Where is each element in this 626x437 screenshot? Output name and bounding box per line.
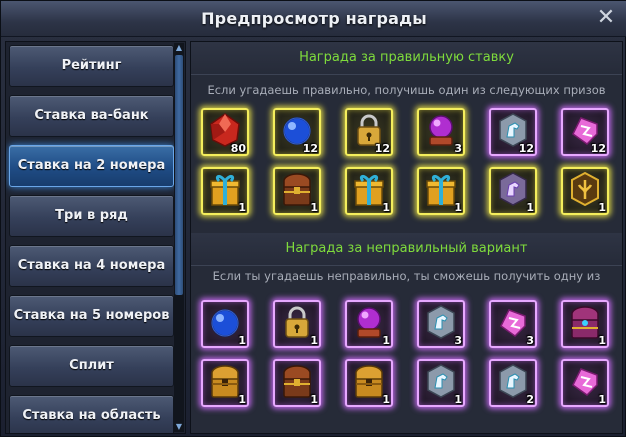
bet-type-sidebar: Рейтинг Ставка ва-банк Ставка на 2 номера Т… bbox=[5, 41, 186, 434]
item-quantity: 12 bbox=[302, 142, 318, 155]
reward-item[interactable]: 12 bbox=[489, 108, 537, 156]
item-quantity: 12 bbox=[374, 142, 390, 155]
reward-item[interactable]: 3 bbox=[417, 300, 465, 348]
reward-item[interactable]: 1 bbox=[561, 300, 609, 348]
tab-bet-type[interactable]: Ставка на область bbox=[9, 395, 174, 433]
item-quantity: 1 bbox=[238, 201, 246, 214]
window-title: Предпросмотр награды bbox=[201, 9, 427, 28]
tab-bet-type[interactable]: Ставка на 4 номера bbox=[9, 245, 174, 287]
tab-bet-type[interactable]: Ставка на 5 номеров bbox=[9, 295, 174, 337]
reward-item[interactable]: 3 bbox=[417, 108, 465, 156]
item-quantity: 80 bbox=[230, 142, 246, 155]
tab-bet-type[interactable]: Ставка ва-банк bbox=[9, 95, 174, 137]
reward-item[interactable]: 1 bbox=[417, 359, 465, 407]
reward-item[interactable]: 1 bbox=[561, 359, 609, 407]
item-quantity: 1 bbox=[526, 201, 534, 214]
reward-item[interactable]: 12 bbox=[561, 108, 609, 156]
item-quantity: 3 bbox=[454, 334, 462, 347]
item-quantity: 1 bbox=[598, 334, 606, 347]
close-icon[interactable]: ✕ bbox=[593, 5, 619, 31]
item-quantity: 1 bbox=[382, 201, 390, 214]
tab-bet-type[interactable]: Сплит bbox=[9, 345, 174, 387]
incorrect-section-description: Если ты угадаешь неправильно, ты сможешь… bbox=[212, 269, 601, 283]
reward-item[interactable]: 12 bbox=[273, 108, 321, 156]
reward-item[interactable]: 2 bbox=[489, 359, 537, 407]
item-quantity: 1 bbox=[310, 393, 318, 406]
item-quantity: 3 bbox=[454, 142, 462, 155]
item-quantity: 1 bbox=[598, 201, 606, 214]
divider bbox=[191, 74, 622, 75]
item-quantity: 12 bbox=[590, 142, 606, 155]
reward-item[interactable]: 1 bbox=[417, 167, 465, 215]
reward-item[interactable]: 1 bbox=[489, 167, 537, 215]
item-quantity: 1 bbox=[454, 393, 462, 406]
scroll-down-arrow-icon[interactable]: ▼ bbox=[174, 422, 184, 432]
reward-item[interactable]: 1 bbox=[273, 359, 321, 407]
scroll-up-arrow-icon[interactable]: ▲ bbox=[174, 43, 184, 53]
item-quantity: 12 bbox=[518, 142, 534, 155]
incorrect-section-header: Награда за неправильный вариант bbox=[191, 233, 622, 265]
reward-item[interactable]: 12 bbox=[345, 108, 393, 156]
reward-item[interactable]: 1 bbox=[273, 300, 321, 348]
reward-item[interactable]: 1 bbox=[201, 359, 249, 407]
item-quantity: 3 bbox=[526, 334, 534, 347]
item-quantity: 1 bbox=[310, 201, 318, 214]
tab-bet-type[interactable]: Рейтинг bbox=[9, 45, 174, 87]
item-quantity: 1 bbox=[238, 334, 246, 347]
reward-item[interactable]: 1 bbox=[273, 167, 321, 215]
reward-item[interactable]: 1 bbox=[201, 167, 249, 215]
reward-item[interactable]: 3 bbox=[489, 300, 537, 348]
correct-section-header: Награда за правильную ставку bbox=[191, 42, 622, 74]
title-bar: Предпросмотр награды ✕ bbox=[1, 1, 626, 37]
tab-bet-type[interactable]: Три в ряд bbox=[9, 195, 174, 237]
item-quantity: 2 bbox=[526, 393, 534, 406]
reward-panel: Награда за правильную ставку Если угадае… bbox=[190, 41, 623, 434]
reward-item[interactable]: 1 bbox=[345, 300, 393, 348]
item-quantity: 1 bbox=[310, 334, 318, 347]
reward-item[interactable]: 1 bbox=[345, 359, 393, 407]
tab-bet-type[interactable]: Ставка на 2 номера bbox=[9, 145, 174, 187]
reward-item[interactable]: 80 bbox=[201, 108, 249, 156]
item-quantity: 1 bbox=[238, 393, 246, 406]
correct-section-description: Если угадаешь правильно, получишь один и… bbox=[207, 83, 606, 97]
reward-item[interactable]: 1 bbox=[561, 167, 609, 215]
sidebar-scrollbar[interactable]: ▲ ▼ bbox=[174, 43, 184, 432]
reward-preview-window: Предпросмотр награды ✕ Рейтинг Ставка ва-… bbox=[0, 0, 626, 437]
item-quantity: 1 bbox=[454, 201, 462, 214]
item-quantity: 1 bbox=[382, 334, 390, 347]
reward-item[interactable]: 1 bbox=[345, 167, 393, 215]
item-quantity: 1 bbox=[598, 393, 606, 406]
item-quantity: 1 bbox=[382, 393, 390, 406]
scroll-thumb[interactable] bbox=[175, 55, 183, 295]
reward-item[interactable]: 1 bbox=[201, 300, 249, 348]
